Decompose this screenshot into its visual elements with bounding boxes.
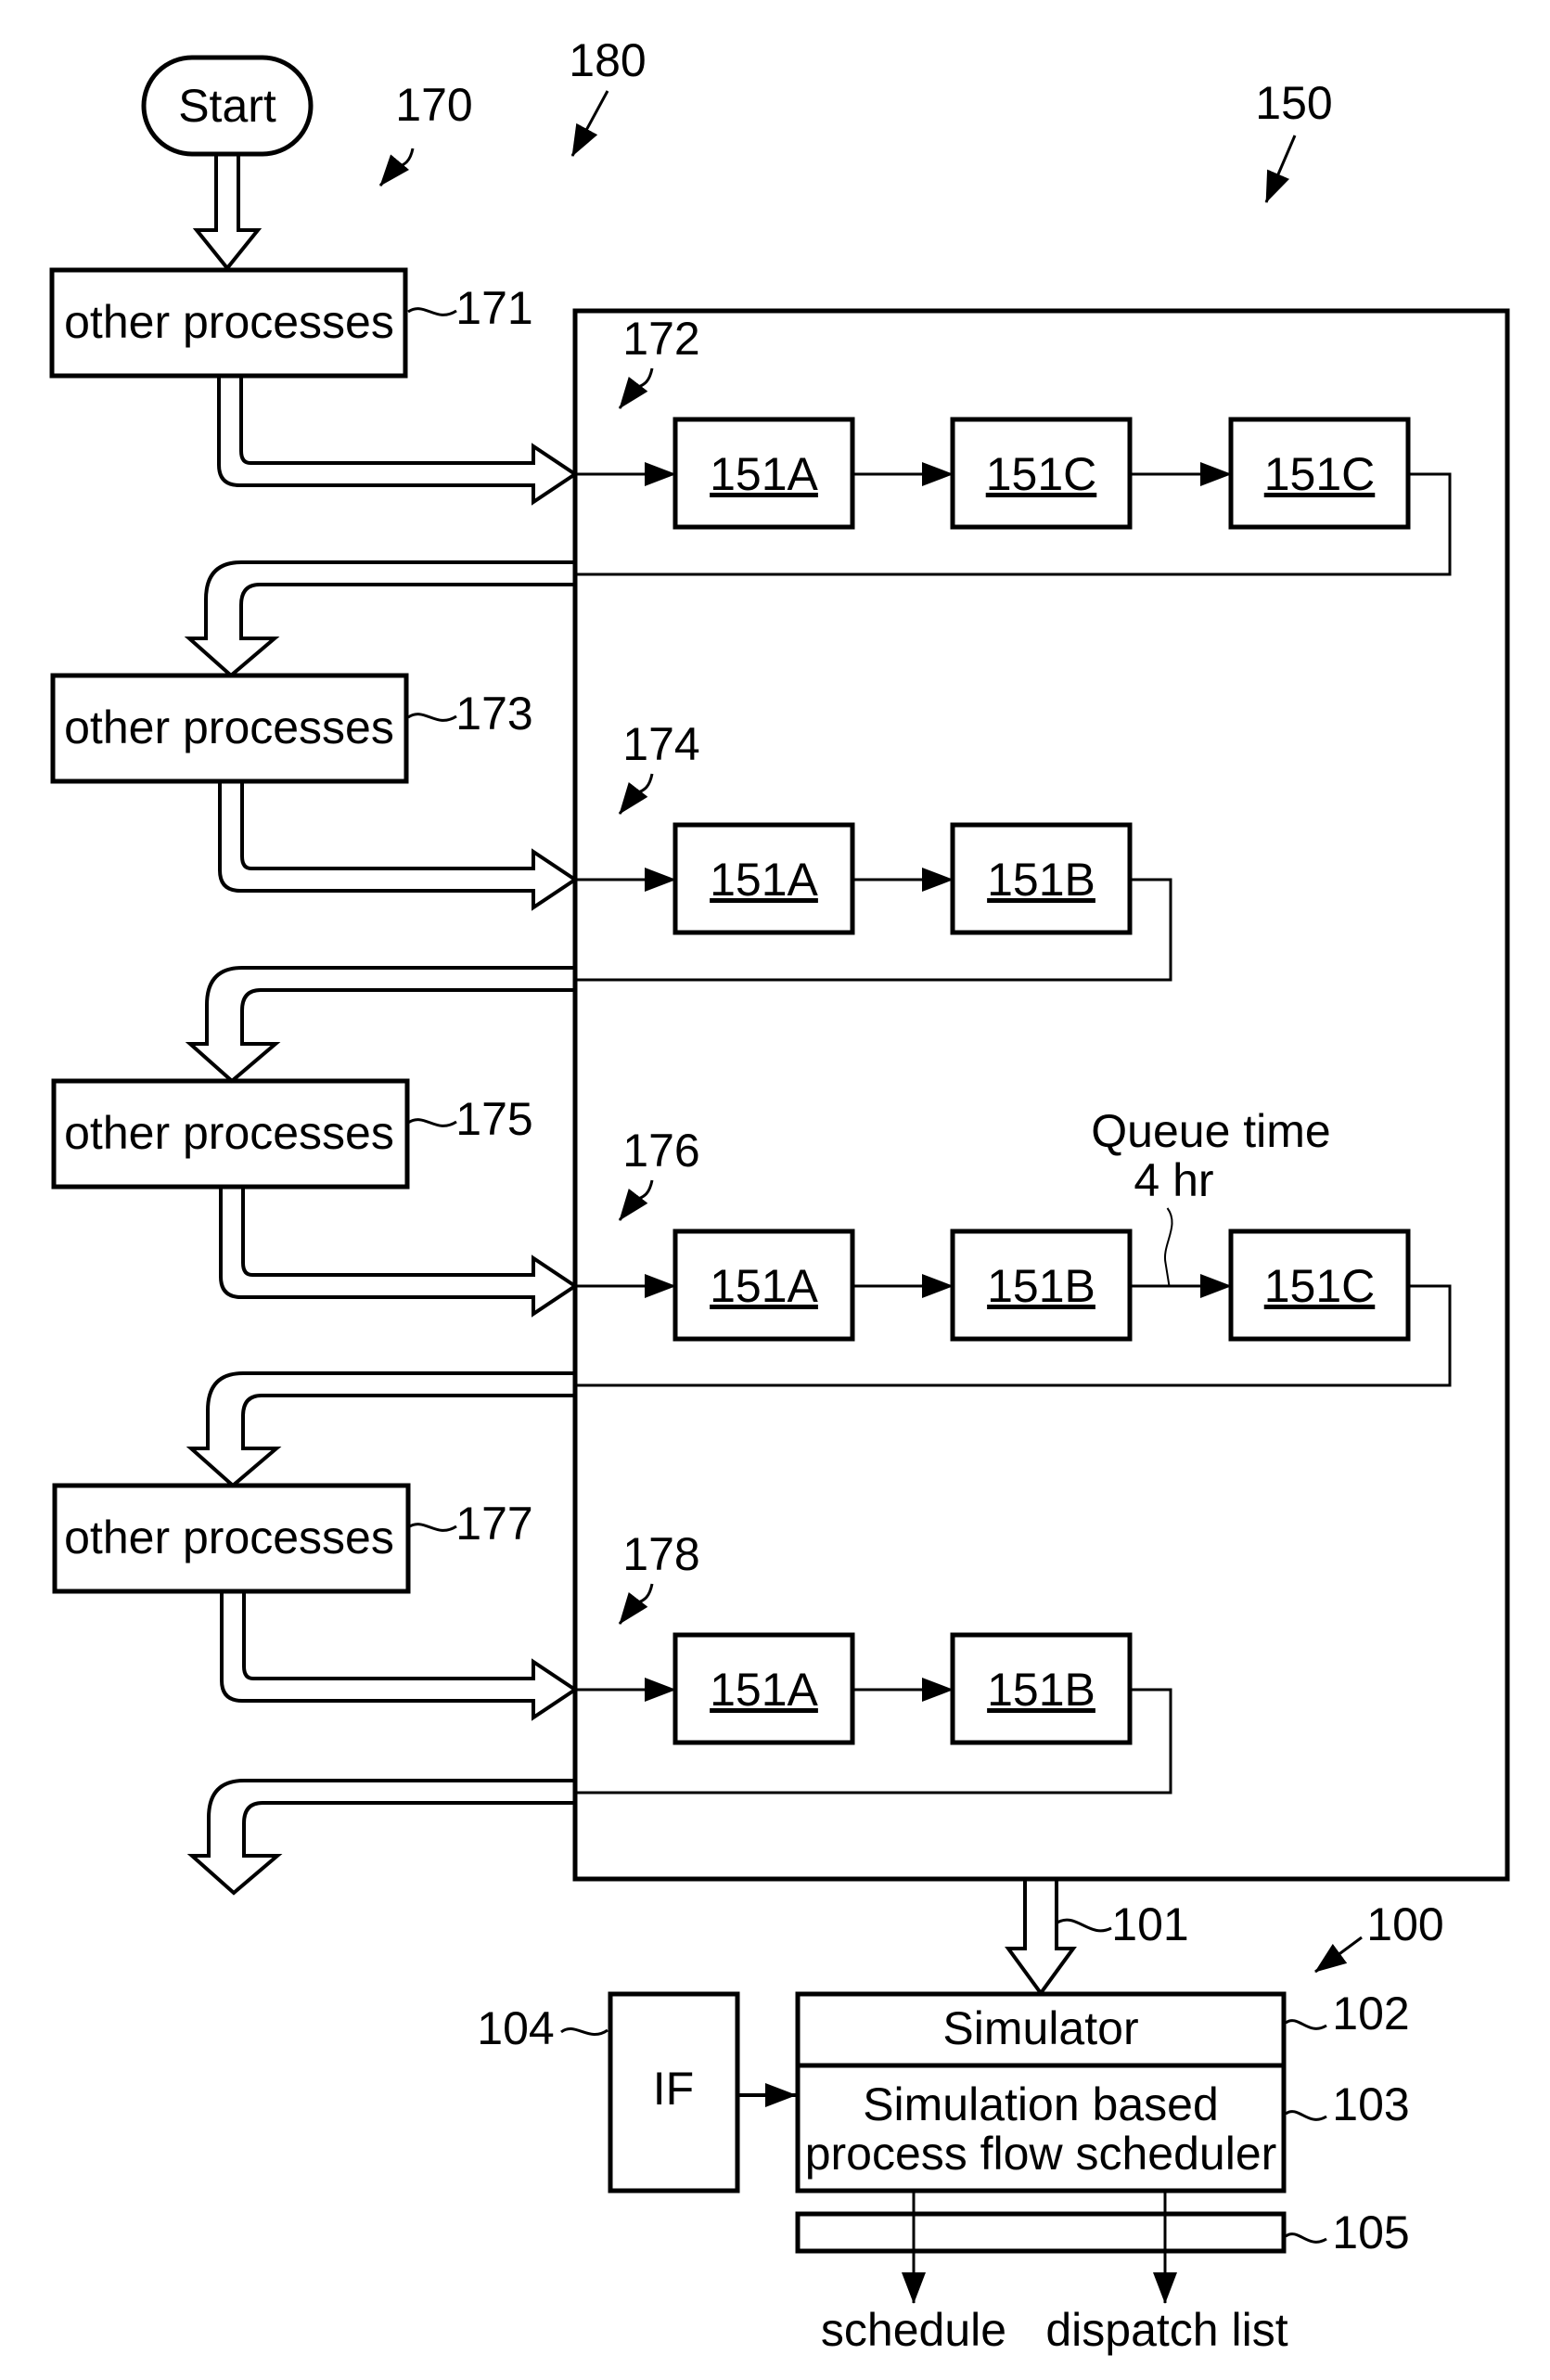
process-flow-row: 174 151A 151B	[185, 718, 1172, 1084]
other-processes-step: other processes 175	[51, 1078, 579, 1318]
ref-label-150: 150	[1255, 77, 1332, 129]
other-processes-step: other processes 173	[50, 673, 579, 911]
start-terminator: Start	[141, 55, 314, 157]
module-label: 151C	[1264, 1260, 1376, 1312]
step-label: other processes	[64, 1512, 394, 1563]
module-label: 151C	[1264, 448, 1376, 500]
ref-label-102: 102	[1332, 1988, 1409, 2039]
process-flow-row: 172 151A 151C 151C	[184, 313, 1452, 678]
flow-ref-arrow	[618, 367, 654, 409]
flow-return-arrow	[184, 560, 575, 678]
flow-ref-arrow	[618, 773, 654, 815]
ref-180: 180	[569, 34, 647, 157]
ref-170: 170	[378, 79, 473, 187]
module-label: 151A	[710, 1260, 818, 1312]
module-label: 151A	[710, 1664, 818, 1716]
flow-ref-arrow	[618, 1179, 654, 1221]
flow-ref-label: 178	[622, 1528, 699, 1580]
queue-time-value: 4 hr	[1134, 1154, 1213, 1206]
step-ref-label: 173	[455, 688, 532, 740]
module-label: 151A	[710, 854, 818, 906]
ref-label-170: 170	[395, 79, 472, 131]
flow-ref-label: 176	[622, 1125, 699, 1177]
ref-100: 100	[1314, 1898, 1444, 1974]
ref-label-105: 105	[1332, 2206, 1409, 2258]
flow-entry-arrow	[217, 376, 579, 506]
simulator-block: Simulator Simulation based process flow …	[795, 1988, 1410, 2193]
flow-return-arrow	[186, 1371, 575, 1488]
flow-entry-arrow	[218, 781, 579, 911]
other-processes-step: other processes 171	[49, 267, 579, 506]
leader-line	[407, 1118, 457, 1127]
step-label: other processes	[64, 296, 394, 348]
flow-entry-arrow	[219, 1187, 579, 1318]
process-flow-diagram: Start 170 180 150 other processes 171othe…	[49, 34, 1510, 2356]
exit-arrow	[186, 1779, 575, 1896]
flow-ref-arrow	[618, 1583, 654, 1625]
ref-label-100: 100	[1366, 1898, 1443, 1950]
output-schedule: schedule	[821, 2304, 1006, 2356]
module-label: 151B	[987, 1260, 1095, 1312]
process-flows: 172 151A 151C 151C 174 151A 151B 176 151A 151B 151…	[184, 313, 1452, 1896]
ref-label-104: 104	[477, 2002, 554, 2054]
flow-ref-label: 172	[622, 313, 699, 365]
step-ref-label: 171	[455, 282, 532, 334]
other-processes-column: other processes 171other processes 173othe…	[49, 154, 579, 1721]
output-box-105: 105 schedule dispatch list	[795, 2191, 1410, 2356]
ref-150: 150	[1255, 77, 1333, 203]
leader-line	[407, 1523, 457, 1532]
leader-line	[407, 307, 457, 316]
module-label: 151B	[987, 1664, 1095, 1716]
queue-time-leader	[1163, 1207, 1173, 1287]
data-arrow-101: 101	[1005, 1879, 1189, 1997]
output-dispatch-list: dispatch list	[1045, 2304, 1287, 2356]
step-label: other processes	[64, 701, 394, 753]
other-processes-step: other processes 177	[52, 1483, 579, 1721]
start-flow-arrow	[192, 154, 263, 272]
simulator-label: Simulator	[942, 2002, 1138, 2054]
step-ref-label: 177	[455, 1498, 532, 1550]
interface-box: IF 104	[477, 1991, 797, 2193]
leader-line	[407, 713, 457, 722]
module-label: 151C	[986, 448, 1097, 500]
ref-label-101: 101	[1111, 1898, 1188, 1950]
system-box-150	[572, 308, 1510, 1882]
flow-entry-arrow	[220, 1591, 579, 1721]
ref-label-103: 103	[1332, 2078, 1409, 2130]
queue-time-label: Queue time	[1091, 1105, 1330, 1157]
step-label: other processes	[64, 1107, 394, 1159]
flow-ref-label: 174	[622, 718, 699, 770]
module-label: 151B	[987, 854, 1095, 906]
module-label: 151A	[710, 448, 818, 500]
process-flow-row: 178 151A 151B	[186, 1528, 1172, 1896]
scheduler-label-line2: process flow scheduler	[805, 2128, 1277, 2180]
scheduler-label-line1: Simulation based	[863, 2078, 1219, 2130]
flow-return-arrow	[185, 966, 575, 1084]
interface-label: IF	[653, 2063, 694, 2115]
start-label: Start	[178, 80, 276, 132]
step-ref-label: 175	[455, 1093, 532, 1145]
ref-label-180: 180	[569, 34, 646, 86]
